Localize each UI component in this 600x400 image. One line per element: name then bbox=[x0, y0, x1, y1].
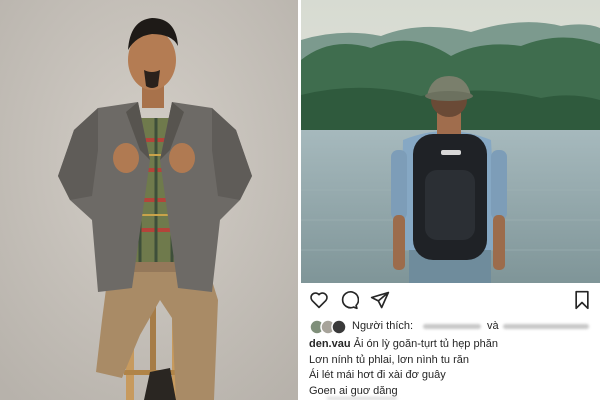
caption-username[interactable]: den.vau bbox=[309, 338, 351, 350]
blurred-likes-count bbox=[503, 324, 589, 329]
caption-line-3: Ái lét mái hơt đi xài đơ guây bbox=[309, 369, 446, 381]
caption-line-2: Lơn nính tủ phlai, lơn nình tu răn bbox=[309, 353, 469, 366]
caption-line: den.vau Ải ón lỳ goăn-tụrt tủ hẹp phăn bbox=[309, 337, 594, 353]
person-seated-on-stool-photo bbox=[0, 0, 298, 400]
left-photo bbox=[0, 0, 298, 400]
send-icon[interactable] bbox=[370, 290, 390, 310]
left-hand bbox=[113, 143, 139, 173]
likes-label: Người thích: bbox=[352, 320, 414, 332]
heart-icon[interactable] bbox=[309, 291, 329, 309]
comment-icon[interactable] bbox=[339, 290, 359, 310]
likes-row: Người thích: và bbox=[309, 319, 594, 335]
caption-line-1: Ải ón lỳ goăn-tụrt tủ hẹp phăn bbox=[350, 338, 498, 350]
right-hand bbox=[169, 143, 195, 173]
blurred-username bbox=[423, 324, 481, 329]
likes-conjunction: và bbox=[487, 320, 499, 332]
bookmark-icon[interactable] bbox=[573, 290, 591, 310]
instagram-post: Người thích: và den.vau Ải ón lỳ goăn-tụ… bbox=[301, 0, 600, 400]
instagram-action-area: Người thích: và den.vau Ải ón lỳ goăn-tụ… bbox=[301, 283, 600, 400]
liker-avatars[interactable] bbox=[309, 319, 347, 335]
post-caption: den.vau Ải ón lỳ goăn-tụrt tủ hẹp phăn L… bbox=[309, 337, 594, 399]
right-photo bbox=[301, 0, 600, 283]
beard bbox=[144, 70, 160, 88]
person-with-backpack-by-lake-photo bbox=[301, 0, 600, 283]
